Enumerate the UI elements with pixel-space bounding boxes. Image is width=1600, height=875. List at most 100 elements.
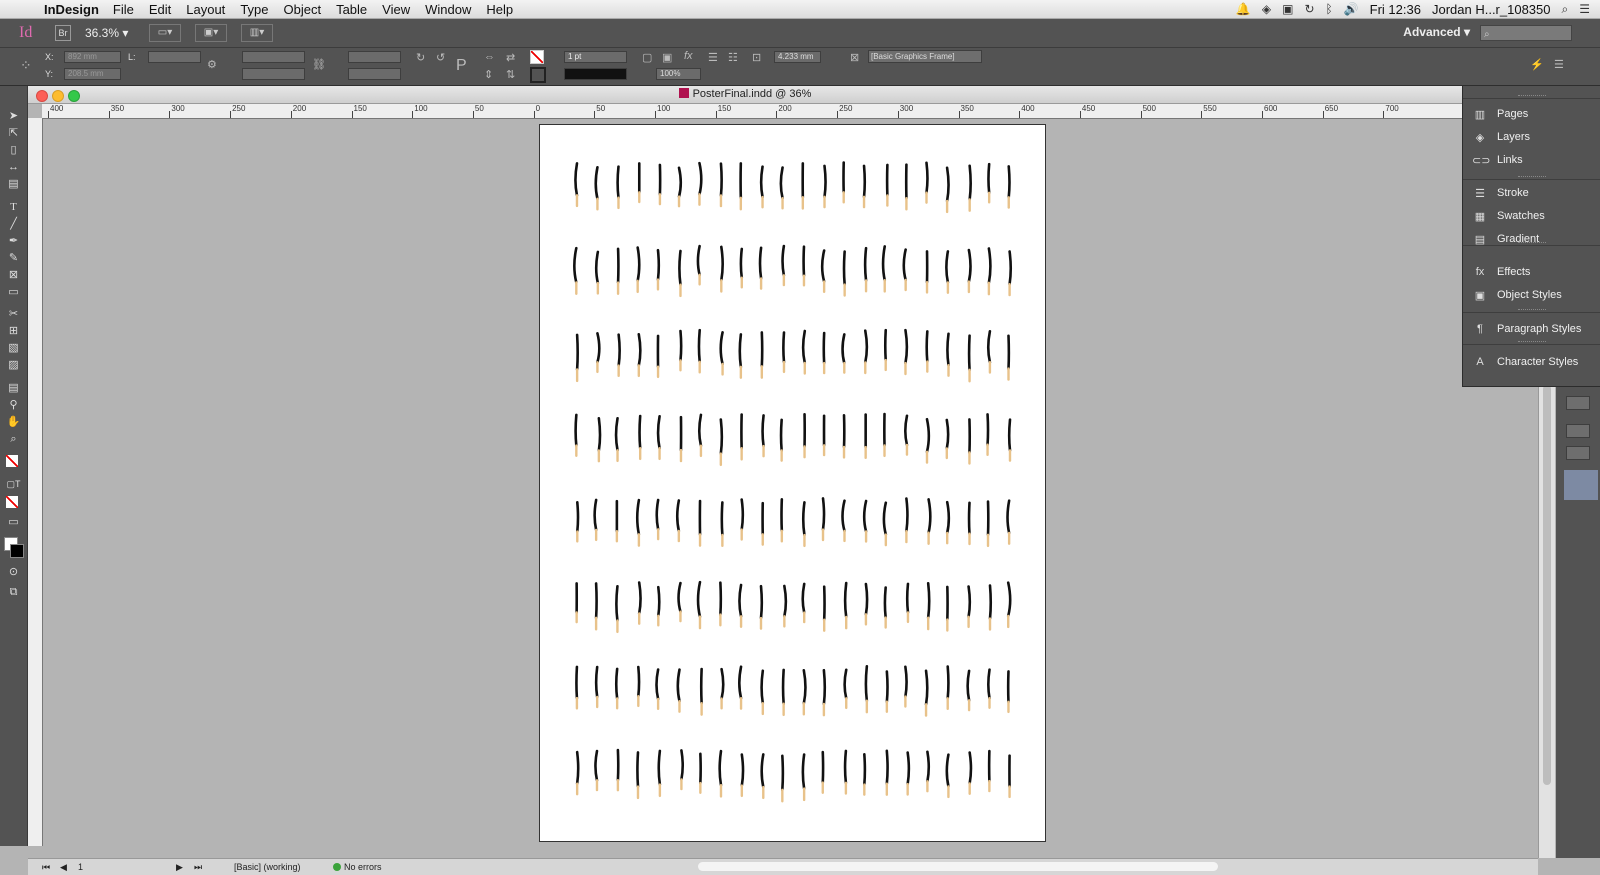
vertical-scrollbar[interactable] — [1538, 380, 1555, 858]
horizontal-scrollbar[interactable] — [698, 862, 1218, 871]
rotate-ccw-icon[interactable]: ↺ — [436, 51, 445, 64]
panel-group-grip[interactable] — [1463, 175, 1600, 180]
rectangle-frame-tool-icon[interactable]: ⊠ — [6, 269, 21, 282]
notification-icon[interactable]: 🔔 — [1236, 2, 1251, 16]
quick-apply-icon[interactable]: ⚡ — [1530, 58, 1544, 71]
align-icon[interactable]: ☰ — [708, 51, 718, 64]
fill-none-icon[interactable] — [530, 50, 544, 64]
chain-link-icon[interactable]: ⛓ — [312, 58, 326, 71]
effects-fx-icon[interactable]: fx — [684, 50, 693, 62]
view-mode-icon[interactable]: ▭ — [6, 516, 21, 529]
shear-field[interactable] — [348, 68, 401, 80]
docked-icon-a[interactable] — [1566, 396, 1590, 410]
length-field[interactable] — [148, 51, 201, 63]
menu-help[interactable]: Help — [486, 2, 513, 17]
dimension-field[interactable]: 4.233 mm — [774, 51, 821, 63]
view-options-button[interactable]: ▭▾ — [149, 24, 181, 42]
panel-grip[interactable] — [1463, 94, 1600, 99]
distribute-icon[interactable]: ☷ — [728, 51, 738, 64]
selection-tool-icon[interactable]: ➤ — [6, 110, 21, 123]
default-stroke-icon[interactable] — [10, 544, 24, 558]
panel-tab-links[interactable]: ⊂⊃Links — [1463, 150, 1600, 170]
preflight-profile[interactable]: [Basic] (working) — [234, 862, 301, 872]
menu-object[interactable]: Object — [284, 2, 322, 17]
volume-icon[interactable]: 🔊 — [1344, 2, 1359, 16]
panel-tab-object-styles[interactable]: ▣Object Styles — [1463, 285, 1600, 305]
constrain-icon[interactable]: ⚙ — [207, 58, 217, 71]
reference-point-icon[interactable]: ⁘ — [20, 57, 32, 74]
flip-horizontal-icon[interactable]: ⇔ — [484, 51, 495, 63]
pencil-tool-icon[interactable]: ✎ — [6, 252, 21, 265]
notification-center-icon[interactable]: ☰ — [1579, 2, 1590, 16]
apply-none-icon[interactable] — [6, 496, 18, 508]
menu-layout[interactable]: Layout — [186, 2, 225, 17]
scissors-tool-icon[interactable]: ✂ — [6, 308, 21, 321]
flip-vertical-icon[interactable]: ⇕ — [484, 68, 493, 81]
vertical-scroll-thumb[interactable] — [1543, 385, 1551, 785]
note-tool-icon[interactable]: ▤ — [6, 382, 21, 395]
menu-clock[interactable]: Fri 12:36 — [1370, 2, 1421, 17]
docked-field-1[interactable] — [1566, 424, 1590, 438]
menu-app-name[interactable]: InDesign — [44, 2, 99, 17]
workspace-switcher[interactable]: Advanced ▾ — [1403, 25, 1470, 39]
menu-file[interactable]: File — [113, 2, 134, 17]
prev-page-icon[interactable]: ◀ — [60, 862, 67, 873]
preflight-status[interactable]: No errors — [333, 862, 382, 872]
stroke-swatch-icon[interactable] — [530, 67, 546, 83]
rotation-field[interactable] — [348, 51, 401, 63]
menu-type[interactable]: Type — [240, 2, 268, 17]
hand-tool-icon[interactable]: ✋ — [6, 416, 21, 429]
screen-mode-button[interactable]: ▣▾ — [195, 24, 227, 42]
height-field[interactable] — [242, 68, 305, 80]
horizontal-ruler[interactable]: 4003503002502001501005005010015020025030… — [42, 104, 1462, 119]
page-tool-icon[interactable]: ▯ — [6, 144, 21, 157]
bluetooth-icon[interactable]: ᛒ — [1326, 2, 1333, 16]
panel-group-grip[interactable] — [1463, 340, 1600, 345]
opacity-field[interactable]: 100% — [656, 68, 701, 80]
panel-group-grip[interactable] — [1463, 308, 1600, 313]
width-field[interactable] — [242, 51, 305, 63]
vertical-ruler[interactable] — [28, 118, 43, 846]
panel-tab-character-styles[interactable]: ACharacter Styles — [1463, 352, 1600, 372]
panel-tab-layers[interactable]: ◈Layers — [1463, 127, 1600, 147]
next-page-icon[interactable]: ▶ — [176, 862, 183, 873]
arrange-documents-button[interactable]: ▥▾ — [241, 24, 273, 42]
menu-edit[interactable]: Edit — [149, 2, 171, 17]
rotate-cw-icon[interactable]: ↻ — [416, 51, 425, 64]
zoom-level-dropdown[interactable]: 36.3% ▾ — [85, 26, 135, 40]
fit-content-icon[interactable]: ▣ — [662, 51, 672, 64]
pdf-icon[interactable]: ▣ — [1282, 2, 1293, 16]
stroke-weight-field[interactable]: 1 pt — [564, 51, 627, 63]
rectangle-tool-icon[interactable]: ▭ — [6, 286, 21, 299]
text-wrap-icon[interactable]: ⊡ — [752, 51, 761, 64]
docked-field-2[interactable] — [1566, 446, 1590, 460]
pen-tool-icon[interactable]: ✒ — [6, 235, 21, 248]
first-page-icon[interactable]: ⏮ — [42, 862, 50, 873]
menu-view[interactable]: View — [382, 2, 410, 17]
direct-selection-tool-icon[interactable]: ⇱ — [6, 127, 21, 140]
panel-tab-swatches[interactable]: ▦Swatches — [1463, 206, 1600, 226]
zoom-tool-icon[interactable]: ⌕ — [6, 433, 21, 446]
bridge-button[interactable]: Br — [55, 25, 71, 41]
menu-table[interactable]: Table — [336, 2, 367, 17]
formatting-container-icon[interactable]: ▢T — [6, 478, 21, 491]
free-transform-tool-icon[interactable]: ⊞ — [6, 325, 21, 338]
last-page-icon[interactable]: ⏭ — [194, 862, 202, 873]
y-position-field[interactable]: 208.5 mm — [64, 68, 121, 80]
object-style-dropdown[interactable]: [Basic Graphics Frame] — [868, 50, 982, 63]
gradient-feather-tool-icon[interactable]: ▨ — [6, 359, 21, 372]
panel-tab-effects[interactable]: fxEffects — [1463, 262, 1600, 282]
frame-fitting-icon[interactable]: ▢ — [642, 51, 652, 64]
time-machine-icon[interactable]: ↻ — [1304, 2, 1314, 16]
document-page[interactable] — [539, 124, 1046, 842]
select-container-icon[interactable]: ⇄ — [506, 51, 515, 64]
x-position-field[interactable]: 892 mm — [64, 51, 121, 63]
type-tool-icon[interactable]: T — [6, 201, 21, 214]
fill-stroke-none-icon[interactable] — [6, 455, 18, 467]
menu-user[interactable]: Jordan H...r_108350 — [1432, 2, 1551, 17]
page-number-field[interactable]: 1 — [78, 862, 83, 872]
docked-selected-row[interactable] — [1564, 470, 1598, 500]
eyedropper-tool-icon[interactable]: ⚲ — [6, 399, 21, 412]
gradient-tool-icon[interactable]: ▧ — [6, 342, 21, 355]
line-tool-icon[interactable]: ╱ — [6, 218, 21, 231]
